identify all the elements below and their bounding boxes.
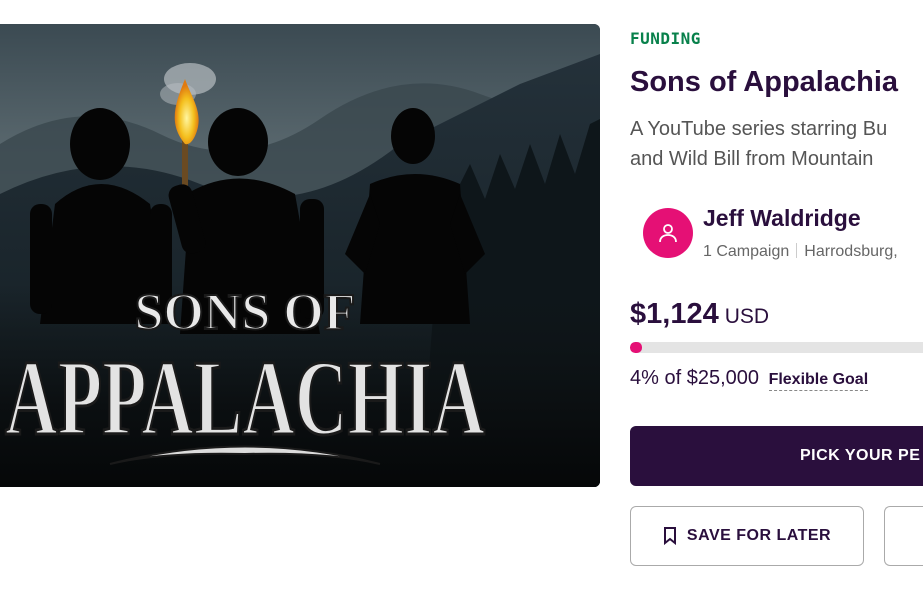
blurb-line-2: and Wild Bill from Mountain: [630, 148, 874, 170]
blurb-line-1: A YouTube series starring Bu: [630, 118, 888, 140]
funding-progress-bar: [630, 342, 923, 353]
funding-goal: 4% of $25,000 Flexible Goal: [630, 367, 869, 391]
campaign-status-label: FUNDING: [630, 29, 701, 48]
campaign-title: Sons of Appalachia: [630, 66, 899, 98]
funds-raised-amount: $1,124: [630, 298, 719, 330]
hero-title-main: APPALACHIA: [5, 339, 485, 458]
share-button[interactable]: [884, 506, 923, 566]
owner-name-link[interactable]: Jeff Waldridge: [703, 205, 861, 232]
campaign-hero-image: SONS OF APPALACHIA: [0, 24, 600, 487]
bookmark-icon: [663, 527, 676, 545]
owner-avatar[interactable]: [643, 208, 693, 258]
funds-raised: $1,124 USD: [630, 298, 769, 331]
hero-title-top: SONS OF: [134, 284, 355, 341]
campaign-info-panel: FUNDING Sons of Appalachia A YouTube ser…: [630, 0, 923, 597]
campaign-blurb: A YouTube series starring Bu and Wild Bi…: [630, 114, 923, 174]
meta-divider: [796, 243, 798, 258]
owner-location: Harrodsburg,: [804, 243, 898, 260]
funds-currency: USD: [724, 305, 770, 328]
funding-goal-text: 4% of $25,000: [630, 367, 759, 389]
owner-campaign-count: 1 Campaign: [703, 243, 790, 260]
goal-type-tooltip-trigger[interactable]: Flexible Goal: [768, 371, 869, 391]
pick-perk-button[interactable]: PICK YOUR PE: [630, 426, 923, 486]
save-for-later-label: SAVE FOR LATER: [686, 527, 832, 544]
owner-meta: 1 Campaign Harrodsburg,: [703, 243, 898, 261]
user-icon: [659, 224, 677, 243]
funding-progress-fill: [630, 342, 642, 353]
save-for-later-button[interactable]: SAVE FOR LATER: [630, 506, 864, 566]
pick-perk-label: PICK YOUR PE: [800, 447, 921, 464]
